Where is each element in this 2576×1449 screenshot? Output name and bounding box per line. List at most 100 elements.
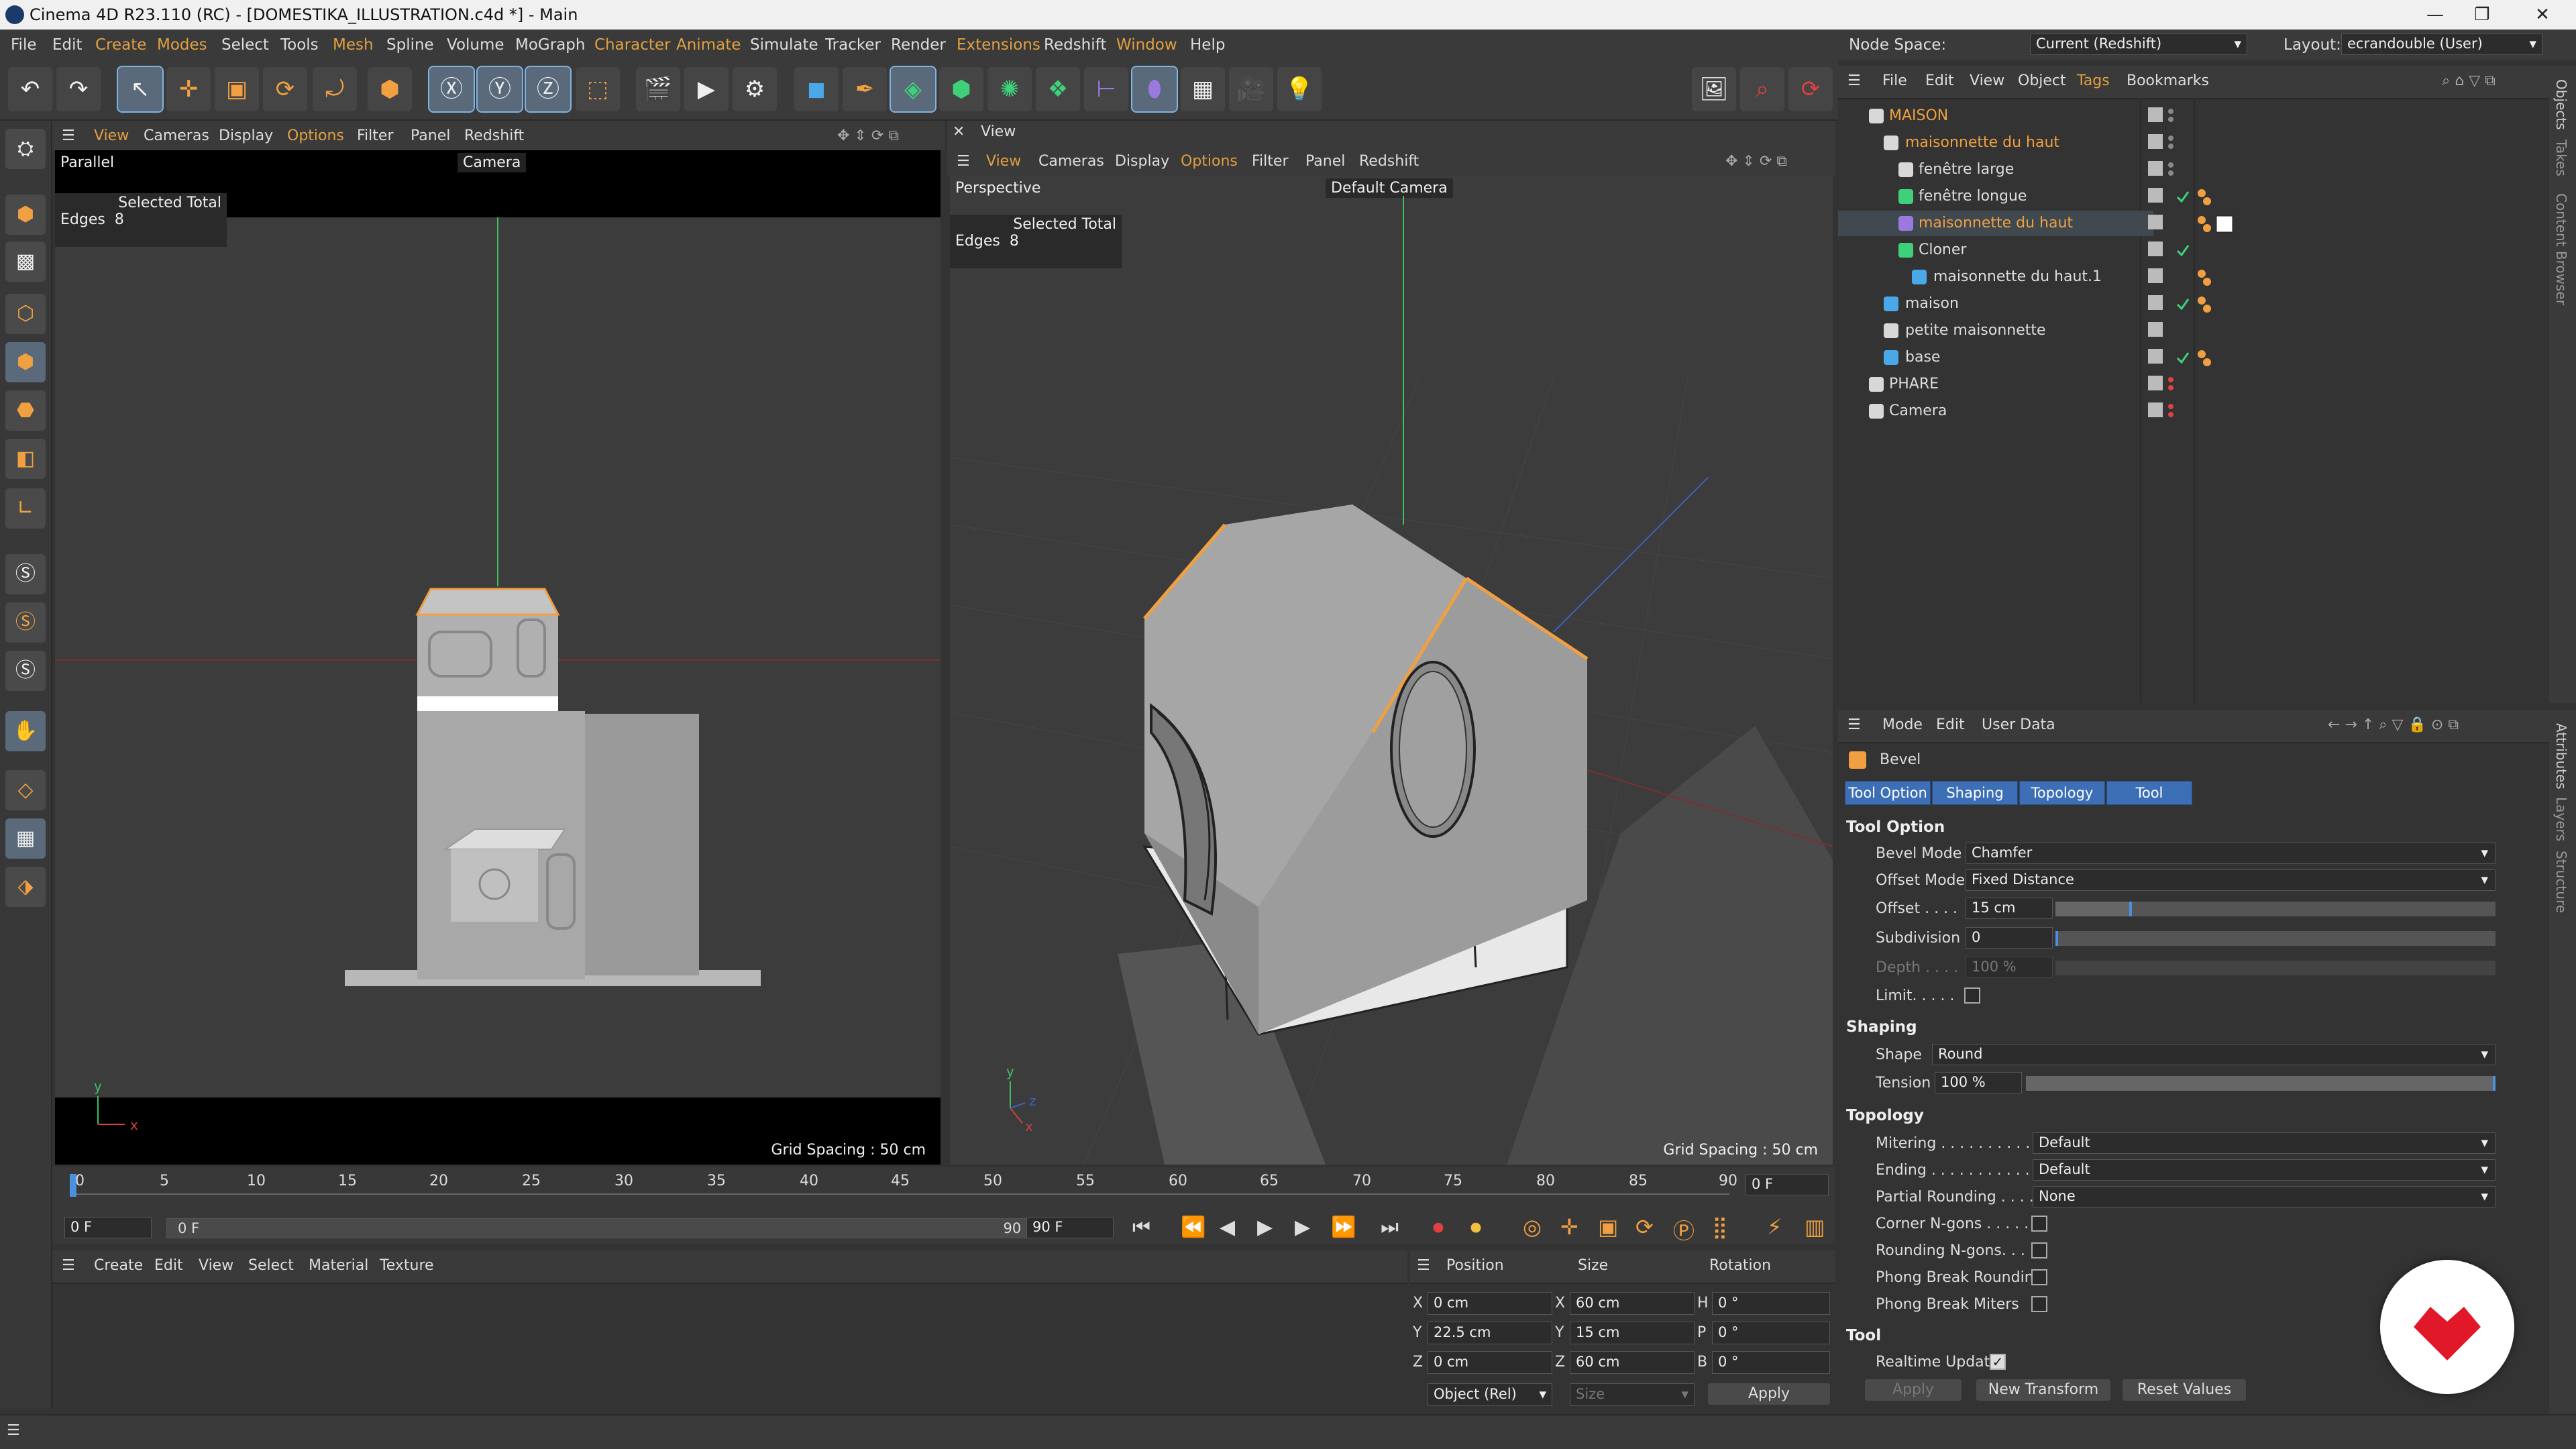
menu-file[interactable]: File — [11, 36, 37, 54]
bevel-mode-dropdown[interactable]: Chamfer ▾ — [1966, 843, 2496, 864]
menu-volume[interactable]: Volume — [447, 36, 504, 54]
mat-menu-texture[interactable]: Texture — [380, 1257, 434, 1274]
maximize-button[interactable]: ❐ — [2449, 1, 2516, 28]
play-icon[interactable]: ▶ — [1257, 1216, 1273, 1239]
pos-y-field[interactable]: 22.5 cm — [1428, 1322, 1552, 1344]
scale-tool-icon[interactable]: ▣ — [215, 67, 259, 111]
next-key-icon[interactable]: ⏩ — [1331, 1216, 1356, 1239]
visibility-tags-column[interactable] — [2144, 99, 2278, 428]
mat-menu-view[interactable]: View — [199, 1257, 233, 1274]
render-settings-icon[interactable]: ⚙ — [733, 67, 777, 111]
edges-mode-icon[interactable]: ⬢ — [5, 342, 46, 382]
menu-modes[interactable]: Modes — [157, 36, 207, 54]
polygons-mode-icon[interactable]: ⬣ — [5, 390, 46, 431]
next-frame-icon[interactable]: ▶ — [1295, 1216, 1310, 1239]
hamburger-icon[interactable]: ☰ — [1847, 716, 1861, 733]
vp-menu-cameras[interactable]: Cameras — [144, 127, 209, 144]
menu-mesh[interactable]: Mesh — [333, 36, 374, 54]
partial-rounding-dropdown[interactable]: None ▾ — [2033, 1186, 2496, 1208]
quantize-icon[interactable]: Ⓢ — [5, 651, 46, 691]
redshift-ipr-icon[interactable]: ⌕ — [1740, 67, 1784, 111]
mat-menu-edit[interactable]: Edit — [154, 1257, 183, 1274]
side-tab-takes[interactable]: Takes — [2553, 140, 2569, 176]
pos-z-field[interactable]: 0 cm — [1428, 1351, 1552, 1374]
size-y-field[interactable]: 15 cm — [1570, 1322, 1695, 1344]
coord-apply-button[interactable]: Apply — [1708, 1383, 1830, 1405]
menu-spline[interactable]: Spline — [386, 36, 434, 54]
tab-topology[interactable]: Topology — [2019, 781, 2105, 805]
vp-menu-display[interactable]: Display — [219, 127, 273, 144]
workplane-icon[interactable]: ◇ — [5, 770, 46, 810]
object-row[interactable]: maisonnette du haut — [1838, 130, 2153, 156]
viewport-navigation-icons[interactable]: ✥ ⇕ ⟳ ⧉ — [1725, 153, 1787, 170]
subdivision-slider[interactable] — [2055, 931, 2496, 946]
menu-help[interactable]: Help — [1190, 36, 1225, 54]
object-row[interactable]: maison — [1838, 291, 2153, 317]
close-button[interactable]: ✕ — [2509, 1, 2576, 28]
object-row[interactable]: Camera — [1838, 398, 2153, 424]
vp-menu-redshift[interactable]: Redshift — [1359, 153, 1419, 170]
apply-button[interactable]: Apply — [1865, 1379, 1962, 1401]
pen-spline-icon[interactable]: ✒ — [843, 67, 887, 111]
tab-shaping[interactable]: Shaping — [1932, 781, 2018, 805]
object-axis-icon[interactable]: ⬢ — [368, 67, 412, 111]
new-transform-button[interactable]: New Transform — [1976, 1379, 2110, 1401]
tab-tool[interactable]: Tool — [2106, 781, 2192, 805]
side-tab-structure[interactable]: Structure — [2553, 851, 2569, 913]
vp-menu-panel[interactable]: Panel — [1305, 153, 1345, 170]
side-tab-content-browser[interactable]: Content Browser — [2553, 193, 2569, 305]
material-manager[interactable] — [52, 1284, 1407, 1411]
side-tab-layers[interactable]: Layers — [2553, 797, 2569, 841]
vp-menu-panel[interactable]: Panel — [411, 127, 450, 144]
keyframe-selection-icon[interactable]: ◎ — [1523, 1214, 1542, 1240]
size-x-field[interactable]: 60 cm — [1570, 1292, 1695, 1315]
texture-mode-icon[interactable]: ▩ — [5, 241, 46, 282]
close-icon[interactable]: ✕ — [953, 123, 965, 140]
offset-mode-dropdown[interactable]: Fixed Distance ▾ — [1966, 869, 2496, 891]
make-editable-icon[interactable]: ⛭ — [5, 129, 46, 169]
uv-mode-icon[interactable]: ◧ — [5, 439, 46, 479]
solo-icon[interactable]: ⬗ — [5, 867, 46, 907]
subdivision-surface-icon[interactable]: ◈ — [890, 66, 936, 113]
frame-range-slider[interactable]: 0 F 90 F — [166, 1218, 1045, 1238]
menu-character[interactable]: Character — [594, 36, 671, 54]
model-mode-icon[interactable]: ⬢ — [5, 195, 46, 235]
vp-menu-redshift[interactable]: Redshift — [464, 127, 524, 144]
motion-recording-icon[interactable]: ⚡ — [1767, 1214, 1782, 1240]
points-mode-icon[interactable]: ⬡ — [5, 294, 46, 334]
om-menu-edit[interactable]: Edit — [1925, 72, 1954, 89]
cube-icon[interactable]: ◼ — [794, 67, 839, 111]
menu-edit[interactable]: Edit — [52, 36, 83, 54]
offset-field[interactable]: 15 cm — [1966, 898, 2053, 919]
vp-menu-filter[interactable]: Filter — [1252, 153, 1288, 170]
tension-field[interactable]: 100 % — [1935, 1072, 2022, 1093]
vp-menu-filter[interactable]: Filter — [357, 127, 393, 144]
menu-window[interactable]: Window — [1116, 36, 1177, 54]
extrude-icon[interactable]: ⬢ — [939, 67, 983, 111]
om-menu-bookmarks[interactable]: Bookmarks — [2127, 72, 2209, 89]
floor-icon[interactable]: ▦ — [1181, 67, 1225, 111]
menu-create[interactable]: Create — [95, 36, 146, 54]
mat-menu-create[interactable]: Create — [94, 1257, 143, 1274]
axis-mode-icon[interactable]: ∟ — [5, 488, 46, 529]
rot-p-field[interactable]: 0 ° — [1712, 1322, 1830, 1344]
render-view-icon[interactable]: ▶ — [684, 67, 729, 111]
rotation-key-icon[interactable]: ⟳ — [1635, 1214, 1654, 1240]
phong-rounding-checkbox[interactable] — [2031, 1269, 2047, 1285]
shape-dropdown[interactable]: Round ▾ — [1932, 1044, 2496, 1065]
menu-simulate[interactable]: Simulate — [750, 36, 818, 54]
node-space-dropdown[interactable]: Current (Redshift) ▾ — [2030, 34, 2247, 55]
hamburger-icon[interactable]: ☰ — [957, 153, 970, 170]
vp-menu-view[interactable]: View — [94, 127, 129, 144]
rot-b-field[interactable]: 0 ° — [1712, 1351, 1830, 1374]
offset-slider[interactable] — [2055, 902, 2496, 916]
light-icon[interactable]: 💡 — [1277, 67, 1322, 111]
menu-animate[interactable]: Animate — [676, 36, 741, 54]
om-menu-file[interactable]: File — [1882, 72, 1907, 89]
size-mode-dropdown[interactable]: Size ▾ — [1570, 1383, 1695, 1406]
attr-nav-icons[interactable]: ← → ↑ ⌕ ▽ 🔒 ⊙ ⧉ — [2328, 716, 2459, 733]
mograph-cloner-icon[interactable]: ✺ — [987, 67, 1032, 111]
snap-settings-icon[interactable]: Ⓢ — [5, 602, 46, 643]
start-frame-field[interactable]: 0 F — [64, 1217, 152, 1238]
om-search-filter-icons[interactable]: ⌕ ⌂ ▽ ⧉ — [2442, 72, 2496, 89]
